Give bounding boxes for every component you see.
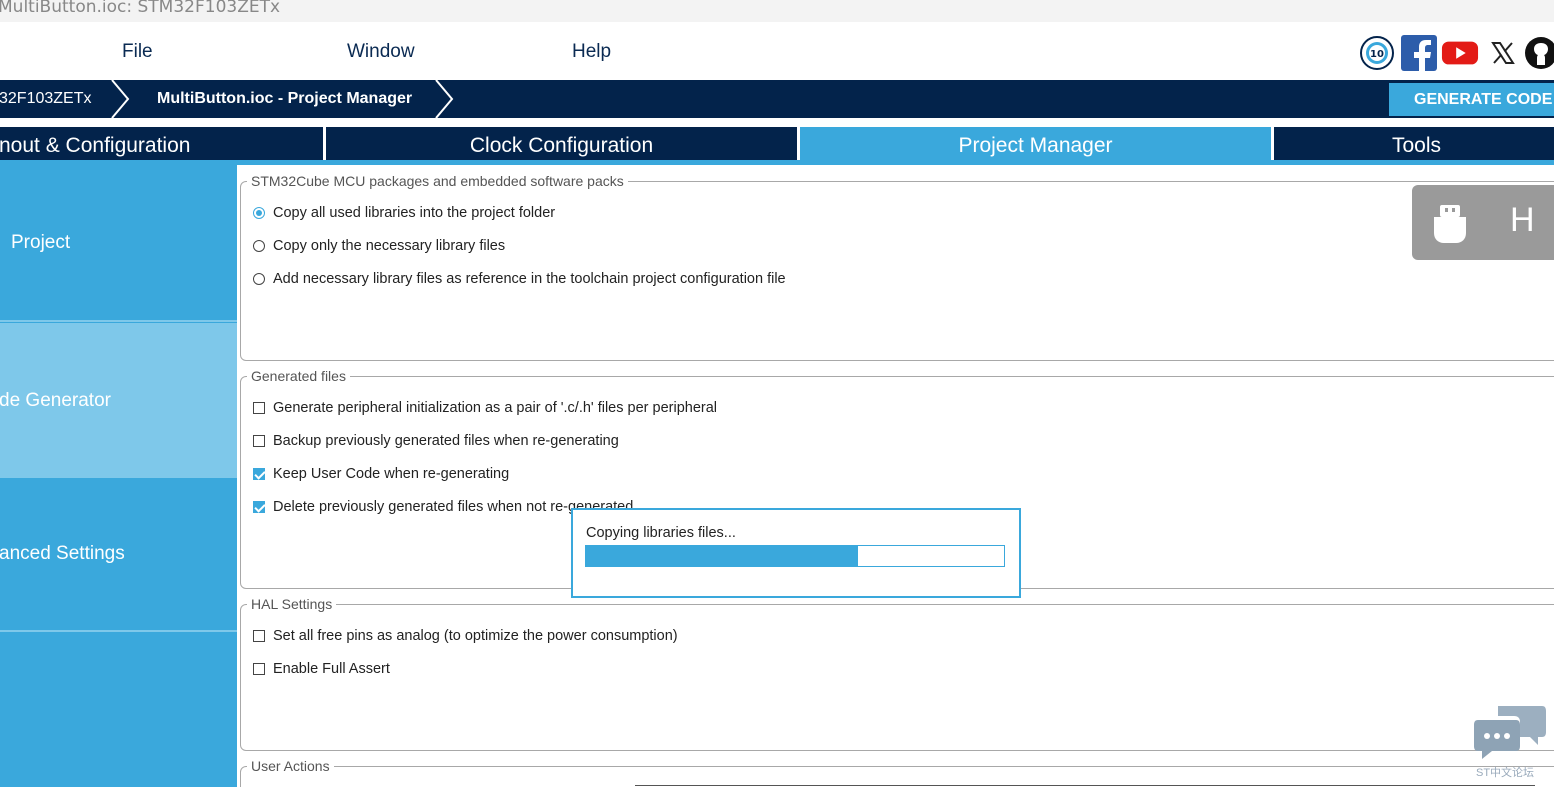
github-icon[interactable] <box>1522 34 1554 72</box>
sidebar-item-project[interactable]: Project <box>0 165 237 320</box>
menu-help[interactable]: Help <box>572 41 611 63</box>
option-free-pins-analog[interactable]: Set all free pins as analog (to optimize… <box>253 628 678 644</box>
st-anniversary-icon[interactable]: 10 <box>1358 34 1396 72</box>
option-label: Copy only the necessary library files <box>273 238 506 254</box>
option-label: Add necessary library files as reference… <box>273 271 786 287</box>
progress-dialog: Copying libraries files... <box>571 508 1021 598</box>
divider <box>635 785 1535 786</box>
option-label: Keep User Code when re-generating <box>273 466 510 482</box>
generate-code-button[interactable]: GENERATE CODE <box>1389 83 1554 116</box>
progress-bar-fill <box>586 546 858 566</box>
x-icon[interactable] <box>1484 34 1522 72</box>
option-label: Copy all used libraries into the project… <box>273 205 556 221</box>
generated-files-legend: Generated files <box>247 368 350 384</box>
checkbox[interactable] <box>253 663 265 675</box>
tab-clock-configuration[interactable]: Clock Configuration <box>326 127 797 163</box>
packages-legend: STM32Cube MCU packages and embedded soft… <box>247 173 628 189</box>
hal-settings-panel: HAL Settings Set all free pins as analog… <box>240 596 1554 751</box>
option-backup-generated-files[interactable]: Backup previously generated files when r… <box>253 433 619 449</box>
tab-label: Project Manager <box>958 134 1113 157</box>
option-generate-peripheral-pair[interactable]: Generate peripheral initialization as a … <box>253 400 717 416</box>
option-label: Enable Full Assert <box>273 661 390 677</box>
menu-file[interactable]: File <box>122 41 153 63</box>
facebook-icon[interactable] <box>1400 34 1438 72</box>
floating-toolbar-widget[interactable]: H <box>1412 185 1554 260</box>
option-copy-all-libraries[interactable]: Copy all used libraries into the project… <box>253 205 555 221</box>
usb-icon[interactable] <box>1432 203 1468 245</box>
sidebar-divider <box>0 630 237 632</box>
checkbox[interactable] <box>253 468 265 480</box>
chat-icon <box>1474 706 1546 759</box>
hal-settings-legend: HAL Settings <box>247 596 337 612</box>
user-actions-panel: User Actions <box>240 758 1554 787</box>
breadcrumb-separator-icon <box>435 80 454 118</box>
menu-window[interactable]: Window <box>347 41 415 63</box>
sidebar: Project de Generator anced Settings <box>0 165 237 787</box>
widget-letter: H <box>1510 201 1535 239</box>
sidebar-item-label: anced Settings <box>0 543 125 564</box>
main-tabs: nout & Configuration Clock Configuration… <box>0 127 1554 163</box>
title-bar: MultiButton.ioc: STM32F103ZETx <box>0 0 1554 22</box>
checkbox[interactable] <box>253 501 265 513</box>
tab-tools[interactable]: Tools <box>1274 127 1554 163</box>
forum-chat-button[interactable]: ST中文论坛 <box>1472 702 1550 784</box>
progress-bar <box>585 545 1005 567</box>
youtube-icon[interactable] <box>1441 34 1479 72</box>
breadcrumb-project[interactable]: MultiButton.ioc - Project Manager <box>157 80 412 118</box>
breadcrumb-mcu[interactable]: 32F103ZETx <box>0 80 91 118</box>
tab-label: Tools <box>1391 134 1442 157</box>
checkbox[interactable] <box>253 630 265 642</box>
progress-message: Copying libraries files... <box>586 525 736 541</box>
packages-panel: STM32Cube MCU packages and embedded soft… <box>240 173 1554 361</box>
chat-label: ST中文论坛 <box>1476 767 1535 779</box>
option-copy-necessary-files[interactable]: Copy only the necessary library files <box>253 238 505 254</box>
option-add-as-reference[interactable]: Add necessary library files as reference… <box>253 271 786 287</box>
radio-button[interactable] <box>253 240 265 252</box>
user-actions-legend: User Actions <box>247 758 334 774</box>
option-keep-user-code[interactable]: Keep User Code when re-generating <box>253 466 509 482</box>
sidebar-item-label: de Generator <box>0 389 111 411</box>
checkbox[interactable] <box>253 402 265 414</box>
option-enable-full-assert[interactable]: Enable Full Assert <box>253 661 390 677</box>
menu-bar: File Window Help 10 <box>0 22 1554 80</box>
tab-label: nout & Configuration <box>0 134 191 157</box>
radio-button[interactable] <box>253 273 265 285</box>
window-title: MultiButton.ioc: STM32F103ZETx <box>0 0 281 17</box>
sidebar-item-advanced-settings[interactable]: anced Settings <box>0 478 237 630</box>
sidebar-divider <box>0 320 237 322</box>
option-label: Backup previously generated files when r… <box>273 433 619 449</box>
checkbox[interactable] <box>253 435 265 447</box>
tab-label: Clock Configuration <box>469 134 654 157</box>
sidebar-item-code-generator[interactable]: de Generator <box>0 323 237 478</box>
breadcrumb-separator-icon <box>111 80 130 118</box>
radio-button[interactable] <box>253 207 265 219</box>
tab-project-manager[interactable]: Project Manager <box>800 127 1271 163</box>
breadcrumb: 32F103ZETx MultiButton.ioc - Project Man… <box>0 80 1554 118</box>
tab-pinout-configuration[interactable]: nout & Configuration <box>0 127 323 163</box>
option-label: Set all free pins as analog (to optimize… <box>273 628 678 644</box>
svg-text:10: 10 <box>1370 49 1384 60</box>
sidebar-item-label: Project <box>11 231 71 253</box>
option-label: Generate peripheral initialization as a … <box>273 400 717 416</box>
